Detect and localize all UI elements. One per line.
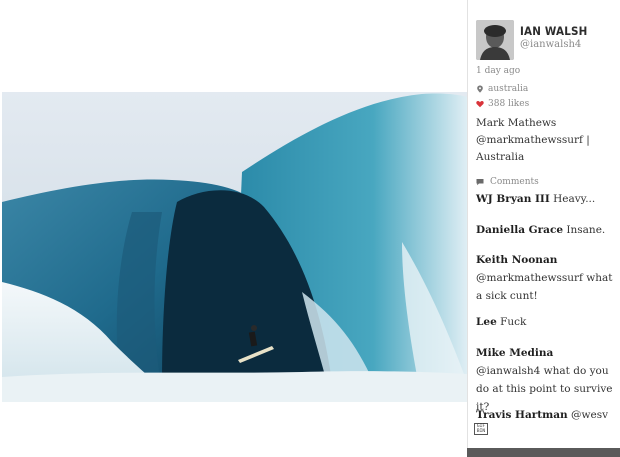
comment-author[interactable]: WJ Bryan III: [476, 193, 550, 205]
post-caption: Mark Mathews @markmathewssurf | Australi…: [476, 117, 590, 163]
image-stage: [0, 0, 467, 457]
comment-author[interactable]: Lee: [476, 316, 497, 328]
post-likes[interactable]: 388 likes: [476, 99, 529, 109]
post-photo[interactable]: [2, 92, 467, 402]
location-pin-icon: [477, 85, 483, 93]
comment-item: WJ Bryan III Heavy...: [476, 190, 620, 208]
comment-text: Insane.: [563, 224, 606, 236]
user-handle[interactable]: @ianwalsh4: [520, 39, 581, 50]
comment-item: Travis Hartman @wesv: [476, 406, 620, 424]
avatar-image: [476, 20, 514, 60]
avatar[interactable]: [476, 20, 514, 60]
comments-header: Comments: [476, 177, 539, 187]
comment-item: Keith Noonan @markmathewssurf what a sic…: [476, 251, 620, 305]
post-time: 1 day ago: [476, 66, 521, 76]
comment-text: Fuck: [496, 316, 527, 328]
comment-item: Daniella Grace Insane.: [476, 221, 620, 239]
comment-author[interactable]: Daniella Grace: [476, 224, 563, 236]
comment-item: Lee Fuck: [476, 313, 620, 331]
comment-text: @wesv: [567, 409, 609, 421]
post-sidebar: IAN WALSH @ianwalsh4 1 day ago australia…: [467, 0, 620, 457]
comment-author[interactable]: Mike Medina: [476, 347, 553, 359]
comments-label: Comments: [490, 177, 539, 187]
heart-icon[interactable]: [476, 100, 484, 108]
gif-bin-badge[interactable]: GIF BIN: [474, 423, 488, 435]
post-location[interactable]: australia: [476, 84, 528, 94]
bottom-bar[interactable]: [467, 448, 620, 457]
likes-count: 388 likes: [488, 99, 530, 109]
location-label: australia: [488, 84, 529, 94]
wave-image: [2, 92, 467, 402]
comment-author[interactable]: Travis Hartman: [476, 409, 568, 421]
username[interactable]: IAN WALSH: [520, 24, 588, 38]
comment-bubble-icon: [476, 179, 484, 186]
profile-header[interactable]: IAN WALSH @ianwalsh4: [476, 20, 616, 64]
comment-author[interactable]: Keith Noonan: [476, 254, 557, 266]
comment-text: @markmathewssurf what a sick cunt!: [476, 272, 613, 302]
comment-text: Heavy...: [549, 193, 596, 205]
